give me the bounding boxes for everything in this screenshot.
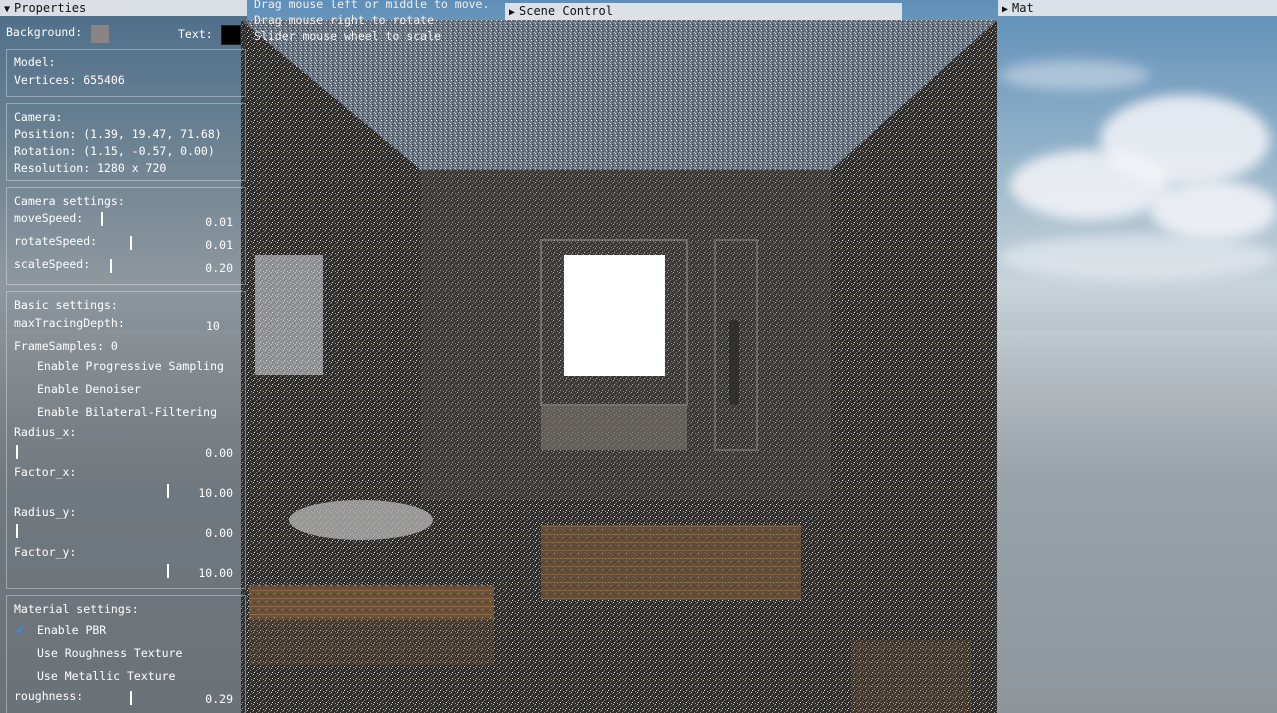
denoiser-checkbox[interactable]: Enable Denoiser	[37, 382, 141, 396]
basic-settings-heading: Basic settings:	[14, 298, 118, 312]
properties-titlebar[interactable]: ▼ Properties	[0, 0, 247, 16]
cloud	[1000, 235, 1277, 280]
material-settings-group: Material settings: ✔ Enable PBR Use Roug…	[6, 595, 246, 713]
text-color-swatch[interactable]	[221, 25, 241, 45]
roughness-label: roughness:	[14, 689, 84, 703]
properties-title: Properties	[14, 1, 87, 15]
expand-arrow-icon[interactable]: ▶	[505, 5, 519, 21]
bilateral-filtering-checkbox[interactable]: Enable Bilateral-Filtering	[37, 405, 217, 419]
factor-y-slider[interactable]	[167, 564, 169, 578]
controls-help: Drag mouse left or middle to move. Drag …	[254, 0, 489, 44]
roughness-value: 0.29	[205, 692, 233, 706]
camera-heading: Camera:	[14, 110, 63, 124]
max-tracing-depth-value[interactable]: 10	[206, 319, 220, 333]
roughness-slider[interactable]	[130, 691, 132, 705]
radius-y-label: Radius_y:	[14, 505, 77, 519]
progressive-sampling-checkbox[interactable]: Enable Progressive Sampling	[37, 359, 224, 373]
radius-x-value: 0.00	[205, 446, 233, 460]
cloud	[1150, 180, 1277, 240]
bright-window	[564, 255, 665, 376]
move-speed-label: moveSpeed:	[14, 211, 84, 225]
roughness-texture-checkbox[interactable]: Use Roughness Texture	[37, 646, 182, 660]
factor-y-value: 10.00	[198, 566, 233, 580]
metallic-texture-checkbox[interactable]: Use Metallic Texture	[37, 669, 175, 683]
rotate-speed-label: rotateSpeed:	[14, 234, 98, 248]
radius-y-slider[interactable]	[16, 524, 18, 538]
scale-speed-label: scaleSpeed:	[14, 257, 91, 271]
scene-control-titlebar[interactable]: ▶ Scene Control	[505, 3, 902, 20]
radius-y-value: 0.00	[205, 526, 233, 540]
properties-panel: ▼ Properties Background: Text: Model: Ver…	[0, 0, 247, 713]
help-line: Drag mouse left or middle to move.	[254, 0, 490, 11]
enable-pbr-checkbox[interactable]: Enable PBR	[37, 623, 106, 637]
camera-rotation: Rotation: (1.15, -0.57, 0.00)	[14, 144, 215, 158]
factor-x-label: Factor_x:	[14, 465, 77, 479]
scale-speed-slider[interactable]	[110, 259, 112, 273]
material-settings-heading: Material settings:	[14, 602, 139, 616]
vertices-count: Vertices: 655406	[14, 73, 125, 87]
mat-titlebar[interactable]: ▶ Mat	[998, 0, 1277, 16]
model-heading: Model:	[14, 55, 56, 69]
scene-control-title: Scene Control	[519, 4, 613, 18]
help-line: Drag mouse right to rotate	[254, 13, 435, 27]
model-group: Model: Vertices: 655406	[6, 49, 246, 97]
factor-y-label: Factor_y:	[14, 545, 77, 559]
max-tracing-depth-label: maxTracingDepth:	[14, 316, 125, 330]
scale-speed-value: 0.20	[205, 261, 233, 275]
camera-settings-group: Camera settings: moveSpeed: 0.01 rotateS…	[6, 187, 246, 285]
radius-x-label: Radius_x:	[14, 425, 77, 439]
background-label: Background:	[6, 25, 83, 39]
background-color-swatch[interactable]	[91, 25, 109, 43]
rotate-speed-value: 0.01	[205, 238, 233, 252]
mat-title: Mat	[1012, 1, 1034, 15]
camera-position: Position: (1.39, 19.47, 71.68)	[14, 127, 222, 141]
help-line: Slider mouse wheel to scale	[254, 29, 441, 43]
rotate-speed-slider[interactable]	[130, 236, 132, 250]
camera-resolution: Resolution: 1280 x 720	[14, 161, 167, 175]
cloud	[1100, 95, 1270, 185]
move-speed-value: 0.01	[205, 215, 233, 229]
checkmark-icon[interactable]: ✔	[16, 620, 25, 638]
collapse-arrow-icon[interactable]: ▼	[0, 2, 14, 18]
render-viewport[interactable]	[241, 20, 997, 713]
move-speed-slider[interactable]	[101, 212, 103, 226]
expand-arrow-icon[interactable]: ▶	[998, 2, 1012, 18]
camera-group: Camera: Position: (1.39, 19.47, 71.68) R…	[6, 103, 246, 181]
factor-x-value: 10.00	[198, 486, 233, 500]
room-render	[241, 20, 997, 713]
frame-samples: FrameSamples: 0	[14, 339, 118, 353]
camera-settings-heading: Camera settings:	[14, 194, 125, 208]
cloud	[1000, 60, 1150, 90]
text-color-label: Text:	[178, 27, 213, 41]
radius-x-slider[interactable]	[16, 445, 18, 459]
basic-settings-group: Basic settings: maxTracingDepth: 10 Fram…	[6, 291, 246, 589]
factor-x-slider[interactable]	[167, 484, 169, 498]
